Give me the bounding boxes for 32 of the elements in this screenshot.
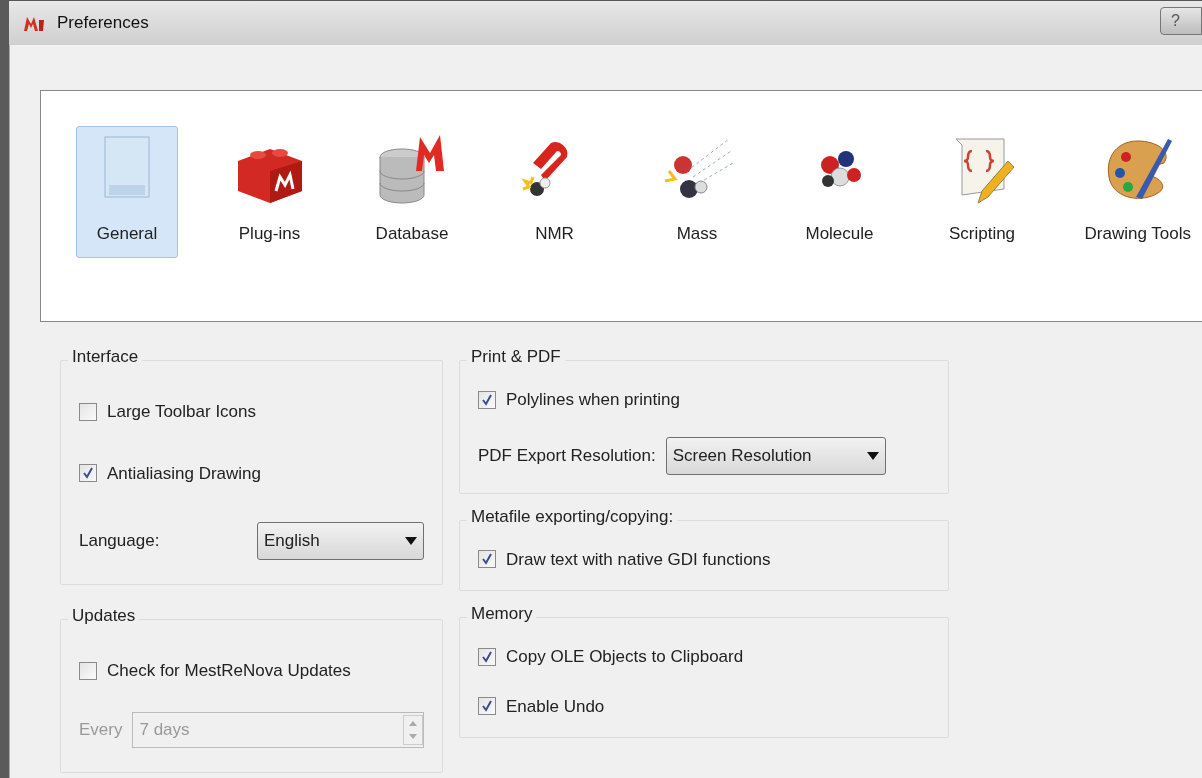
checkbox[interactable] bbox=[79, 661, 97, 680]
checkbox-label[interactable]: Large Toolbar Icons bbox=[107, 399, 256, 425]
category-tab[interactable]: Database bbox=[361, 126, 463, 258]
help-button[interactable]: ? bbox=[1160, 7, 1202, 35]
dropdown-arrow-icon bbox=[405, 537, 417, 545]
checkbox[interactable] bbox=[478, 390, 496, 409]
dropdown-arrow-icon bbox=[866, 451, 879, 460]
dropdown[interactable]: Screen Resolution bbox=[665, 436, 886, 475]
field-label: Every bbox=[79, 718, 123, 741]
category-tab[interactable]: Scripting bbox=[931, 126, 1033, 258]
category-tab[interactable]: NMR bbox=[503, 126, 606, 258]
checkbox-label[interactable]: Polylines when printing bbox=[506, 387, 680, 413]
spin-arrows-icon bbox=[403, 714, 423, 745]
dropdown[interactable]: English bbox=[257, 522, 424, 560]
category-tab[interactable]: Drawing Tools bbox=[1073, 126, 1202, 258]
category-tab[interactable]: Mass bbox=[646, 126, 748, 258]
checkbox[interactable] bbox=[79, 402, 97, 421]
category-tab[interactable]: Molecule bbox=[788, 126, 891, 258]
checkbox[interactable] bbox=[478, 647, 496, 666]
field-label: Language: bbox=[79, 530, 160, 553]
checkbox-label[interactable]: Copy OLE Objects to Clipboard bbox=[506, 644, 744, 670]
checkbox-label[interactable]: Draw text with native GDI functions bbox=[506, 546, 771, 572]
checkbox-label[interactable]: Enable Undo bbox=[506, 693, 605, 719]
category-tab[interactable]: Plug-ins bbox=[218, 126, 321, 258]
window-title: Preferences bbox=[57, 12, 149, 35]
checkbox[interactable] bbox=[79, 464, 97, 483]
category-tab[interactable]: General bbox=[76, 126, 178, 258]
checkbox-label[interactable]: Check for MestReNova Updates bbox=[107, 658, 351, 684]
checkbox[interactable] bbox=[478, 697, 496, 716]
field-label: PDF Export Resolution: bbox=[478, 444, 656, 467]
checkbox[interactable] bbox=[478, 550, 496, 569]
checkbox-label[interactable]: Antialiasing Drawing bbox=[107, 460, 262, 486]
